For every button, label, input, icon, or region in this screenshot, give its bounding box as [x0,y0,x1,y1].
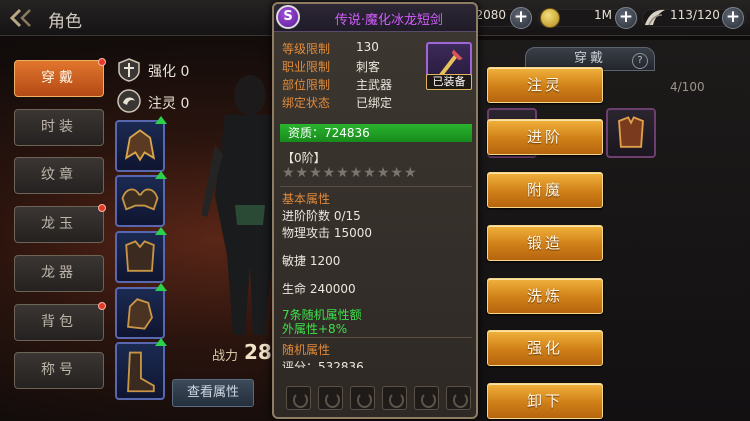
upgrade-arrow-icon [155,338,167,346]
enchant-button[interactable]: 附魔 [487,172,603,208]
class-limit-label: 职业限制 [282,60,331,74]
gold-value: 1M [594,8,612,22]
agility-stat: 敏捷 1200 [282,254,341,268]
help-icon[interactable]: ? [632,53,648,69]
strengthen-button[interactable]: 强化 [487,330,603,366]
bag-count: 4/100 [670,80,705,94]
gem-socket[interactable] [286,386,311,410]
tab-dragon-artifact[interactable]: 龙器 [14,255,104,292]
level-limit-label: 等级限制 [282,42,331,56]
stamina-wing-icon [645,9,665,26]
stamina-value: 113/120 [670,8,720,22]
tab-dragon-jade-label: 龙玉 [41,216,77,232]
upgrade-arrow-icon [155,116,167,124]
advance-tier-stat: 进阶阶数 0/15 [282,209,361,223]
gem-socket[interactable] [318,386,343,410]
add-stamina-button[interactable]: + [722,7,744,29]
tab-fashion[interactable]: 时装 [14,109,104,146]
base-attributes-title: 基本属性 [282,192,331,206]
infuse-button[interactable]: 注灵 [487,67,603,103]
notification-dot [98,204,106,212]
strengthen-level: 强化 0 [148,64,190,80]
notification-dot [98,302,106,310]
level-limit-value: 130 [356,40,379,54]
item-tooltip: S 传说·魔化冰龙短剑 等级限制 130 职业限制 刺客 部位限制 主武器 绑定… [272,2,478,419]
equip-slot-shoulder[interactable] [115,171,167,227]
tab-emblem-label: 纹章 [41,167,77,183]
star-rating: ★★★★★★★★★★ [282,165,418,181]
unequip-button[interactable]: 卸下 [487,383,603,419]
infuse-icon [117,89,141,113]
bind-status-label: 绑定状态 [282,96,331,110]
equipped-badge: 已装备 [426,74,472,90]
view-attributes-button[interactable]: 查看属性 [172,379,254,407]
gem-socket[interactable] [446,386,471,410]
tab-bag[interactable]: 背包 [14,302,106,341]
tab-bag-label: 背包 [41,314,77,330]
equip-slot-chest[interactable] [115,227,167,283]
rank-badge: S [276,5,300,29]
panel-tab-label: 穿戴 [573,51,606,66]
notification-dot [98,58,106,66]
item-name: 传说·魔化冰龙短剑 [334,13,444,28]
add-gold-button[interactable]: + [615,7,637,29]
slot-limit-label: 部位限制 [282,78,331,92]
gem-socket[interactable] [414,386,439,410]
tab-title-label: 称号 [41,362,77,378]
tab-emblem[interactable]: 纹章 [14,157,104,194]
power-label: 战力 [212,349,239,364]
page-title: 角色 [48,12,82,32]
advance-button[interactable]: 进阶 [487,119,603,155]
tab-wear-label: 穿戴 [41,70,77,86]
infuse-level: 注灵 0 [148,96,190,112]
gem-socket[interactable] [350,386,375,410]
bag-item-slot[interactable] [606,108,656,158]
tab-dragon-artifact-label: 龙器 [41,265,77,281]
tooltip-header: S 传说·魔化冰龙短剑 [274,4,476,32]
random-attributes-title: 随机属性 [282,343,331,357]
forge-button[interactable]: 锻造 [487,225,603,261]
upgrade-arrow-icon [155,171,167,179]
back-arrow-icon[interactable] [8,6,36,30]
divider [280,186,472,187]
tab-title[interactable]: 称号 [14,352,104,389]
upgrade-arrow-icon [155,227,167,235]
divider [280,337,472,338]
random-score: 评分：532836 [282,360,364,368]
strengthen-icon [118,58,140,82]
health-stat: 生命 240000 [282,282,356,296]
quality-bar: 资质：724836 [280,124,472,142]
bind-status-value: 已绑定 [356,96,393,110]
upgrade-arrow-icon [155,283,167,291]
add-resource-1-button[interactable]: + [510,7,532,29]
tab-wear[interactable]: 穿戴 [14,58,106,97]
class-limit-value: 刺客 [356,60,381,74]
tab-fashion-label: 时装 [41,119,77,135]
tier-label: 【0阶】 [282,151,326,165]
equip-slot-gloves[interactable] [115,283,167,339]
gem-socket[interactable] [382,386,407,410]
equip-slot-helmet[interactable] [115,116,167,172]
random-bonus-note-line2: 外属性+8% [282,322,348,336]
equip-slot-boots[interactable] [115,338,167,400]
slot-limit-value: 主武器 [356,78,393,92]
gold-coin-icon [540,8,560,28]
tab-dragon-jade[interactable]: 龙玉 [14,204,106,243]
physical-attack-stat: 物理攻击 15000 [282,226,372,240]
refine-button[interactable]: 洗炼 [487,278,603,314]
